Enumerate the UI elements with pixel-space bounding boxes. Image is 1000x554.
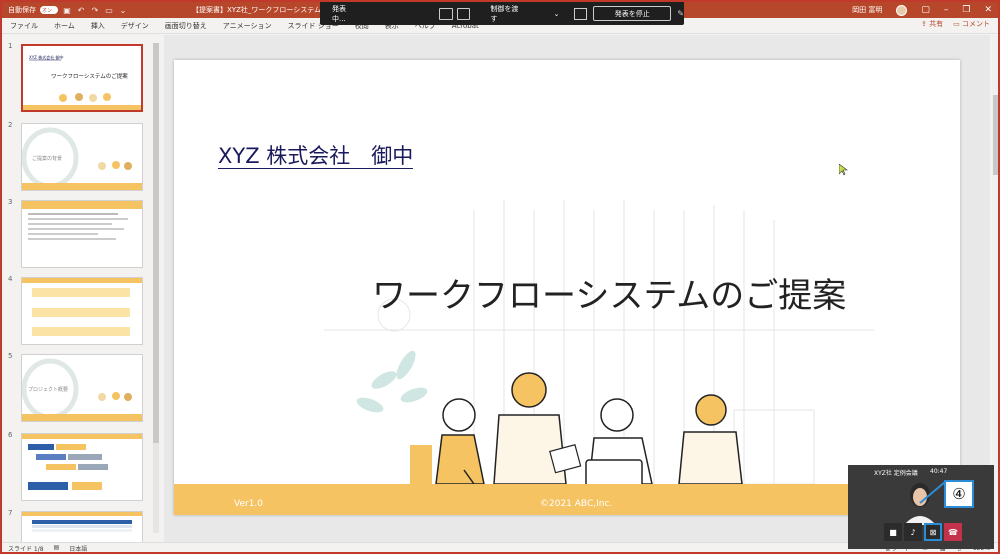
tab-design[interactable]: デザイン: [113, 21, 157, 31]
thumbnail-slide-6[interactable]: [21, 433, 143, 501]
window-share-icon[interactable]: [439, 7, 453, 20]
thumbnail-number: 7: [8, 509, 13, 517]
stop-sharing-icon[interactable]: ⊠: [924, 523, 942, 541]
give-control-button[interactable]: 制御を渡す: [490, 4, 523, 24]
thumbnail-scrollbar[interactable]: [153, 43, 159, 533]
thumbnail-number: 5: [8, 352, 13, 360]
slide-indicator: スライド 1/8: [8, 546, 44, 553]
tab-file[interactable]: ファイル: [2, 21, 46, 31]
hang-up-icon[interactable]: ☎: [944, 523, 962, 541]
thumbnail-number: 3: [8, 198, 13, 206]
thumbnail-slide-7[interactable]: [21, 511, 143, 542]
presenting-status: 発表中...: [332, 4, 346, 23]
tab-home[interactable]: ホーム: [46, 21, 83, 31]
presenting-toolbar: 発表中... 制御を渡す ⌄ 発表を停止 ✎: [320, 2, 684, 25]
app-window: 自動保存 オン ▣ ↶ ↷ ▭ ⌄ 【提案書】XYZ社_ワークフローシステム_2…: [0, 0, 1000, 554]
autosave-toggle[interactable]: オン: [40, 6, 58, 14]
thumbnail-slide-3[interactable]: [21, 200, 143, 268]
comment-icon: ▭: [953, 20, 960, 28]
camera-toggle-icon[interactable]: ■: [884, 523, 902, 541]
slide-canvas[interactable]: XYZ 株式会社 御中 ワークフローシステムのご提案 Ver1.0 ©2021 …: [174, 60, 960, 515]
thumbnail-number: 1: [8, 42, 13, 50]
comment-button[interactable]: ▭ コメント: [953, 19, 990, 29]
tab-animations[interactable]: アニメーション: [215, 21, 280, 31]
autosave-label: 自動保存: [8, 6, 36, 14]
ribbon-display-icon[interactable]: ▢: [921, 5, 930, 15]
thumbnail-number: 6: [8, 431, 13, 439]
pin-icon[interactable]: ✎: [677, 9, 684, 18]
screen-share-icon[interactable]: [456, 7, 471, 20]
callout-label: ④: [944, 480, 974, 508]
minimize-icon[interactable]: –: [944, 5, 949, 15]
save-icon[interactable]: ▣: [62, 5, 72, 15]
slide-company-name[interactable]: XYZ 株式会社 御中: [218, 144, 414, 169]
undo-icon[interactable]: ↶: [76, 5, 86, 15]
spellcheck-icon[interactable]: ▤: [54, 544, 60, 552]
slide-title[interactable]: ワークフローシステムのご提案: [372, 268, 846, 317]
thumbnail-number: 2: [8, 121, 13, 129]
slide-thumbnail-pane: 1 XYZ 株式会社 御中 ワークフローシステムのご提案 2 ご提案の背景 3 …: [2, 35, 162, 542]
stop-presenting-button[interactable]: 発表を停止: [593, 6, 672, 21]
meeting-timer: 40:47: [930, 468, 948, 475]
mic-toggle-icon[interactable]: ♪: [904, 523, 922, 541]
thumbnail-number: 4: [8, 275, 13, 283]
close-icon[interactable]: ✕: [984, 5, 992, 15]
thumbnail-slide-4[interactable]: [21, 277, 143, 345]
slide-version: Ver1.0: [234, 499, 264, 509]
customize-icon[interactable]: ⌄: [118, 5, 128, 15]
thumbnail-slide-5[interactable]: プロジェクト概要: [21, 354, 143, 422]
thumbnail-caption: ご提案の背景: [32, 155, 62, 162]
thumbnail-caption: プロジェクト概要: [28, 386, 68, 393]
thumbnail-slide-2[interactable]: ご提案の背景: [21, 123, 143, 191]
slide-copyright: ©2021 ABC,Inc.: [540, 499, 613, 509]
language-label[interactable]: 日本語: [69, 544, 87, 552]
chevron-down-icon[interactable]: ⌄: [554, 10, 560, 18]
avatar[interactable]: [896, 4, 908, 16]
comment-label: コメント: [962, 20, 990, 28]
share-icon: ⇪: [921, 20, 927, 28]
mouse-cursor-icon: [839, 164, 848, 176]
share-button[interactable]: ⇪ 共有: [921, 19, 943, 29]
redo-icon[interactable]: ↷: [90, 5, 100, 15]
include-audio-icon[interactable]: [573, 7, 588, 20]
thumbnail-caption: ワークフローシステムのご提案: [51, 72, 128, 80]
user-name[interactable]: 岡田 富明: [852, 5, 882, 15]
tab-transitions[interactable]: 画面切り替え: [157, 21, 215, 31]
meeting-title: XYZ社 定例会議: [874, 470, 918, 477]
tab-insert[interactable]: 挿入: [83, 21, 113, 31]
share-label: 共有: [929, 20, 944, 28]
restore-icon[interactable]: ❐: [962, 5, 970, 15]
svg-text:XYZ 株式会社 御中: XYZ 株式会社 御中: [29, 54, 63, 60]
thumbnail-slide-1[interactable]: XYZ 株式会社 御中 ワークフローシステムのご提案: [21, 44, 143, 112]
present-icon[interactable]: ▭: [104, 5, 114, 15]
